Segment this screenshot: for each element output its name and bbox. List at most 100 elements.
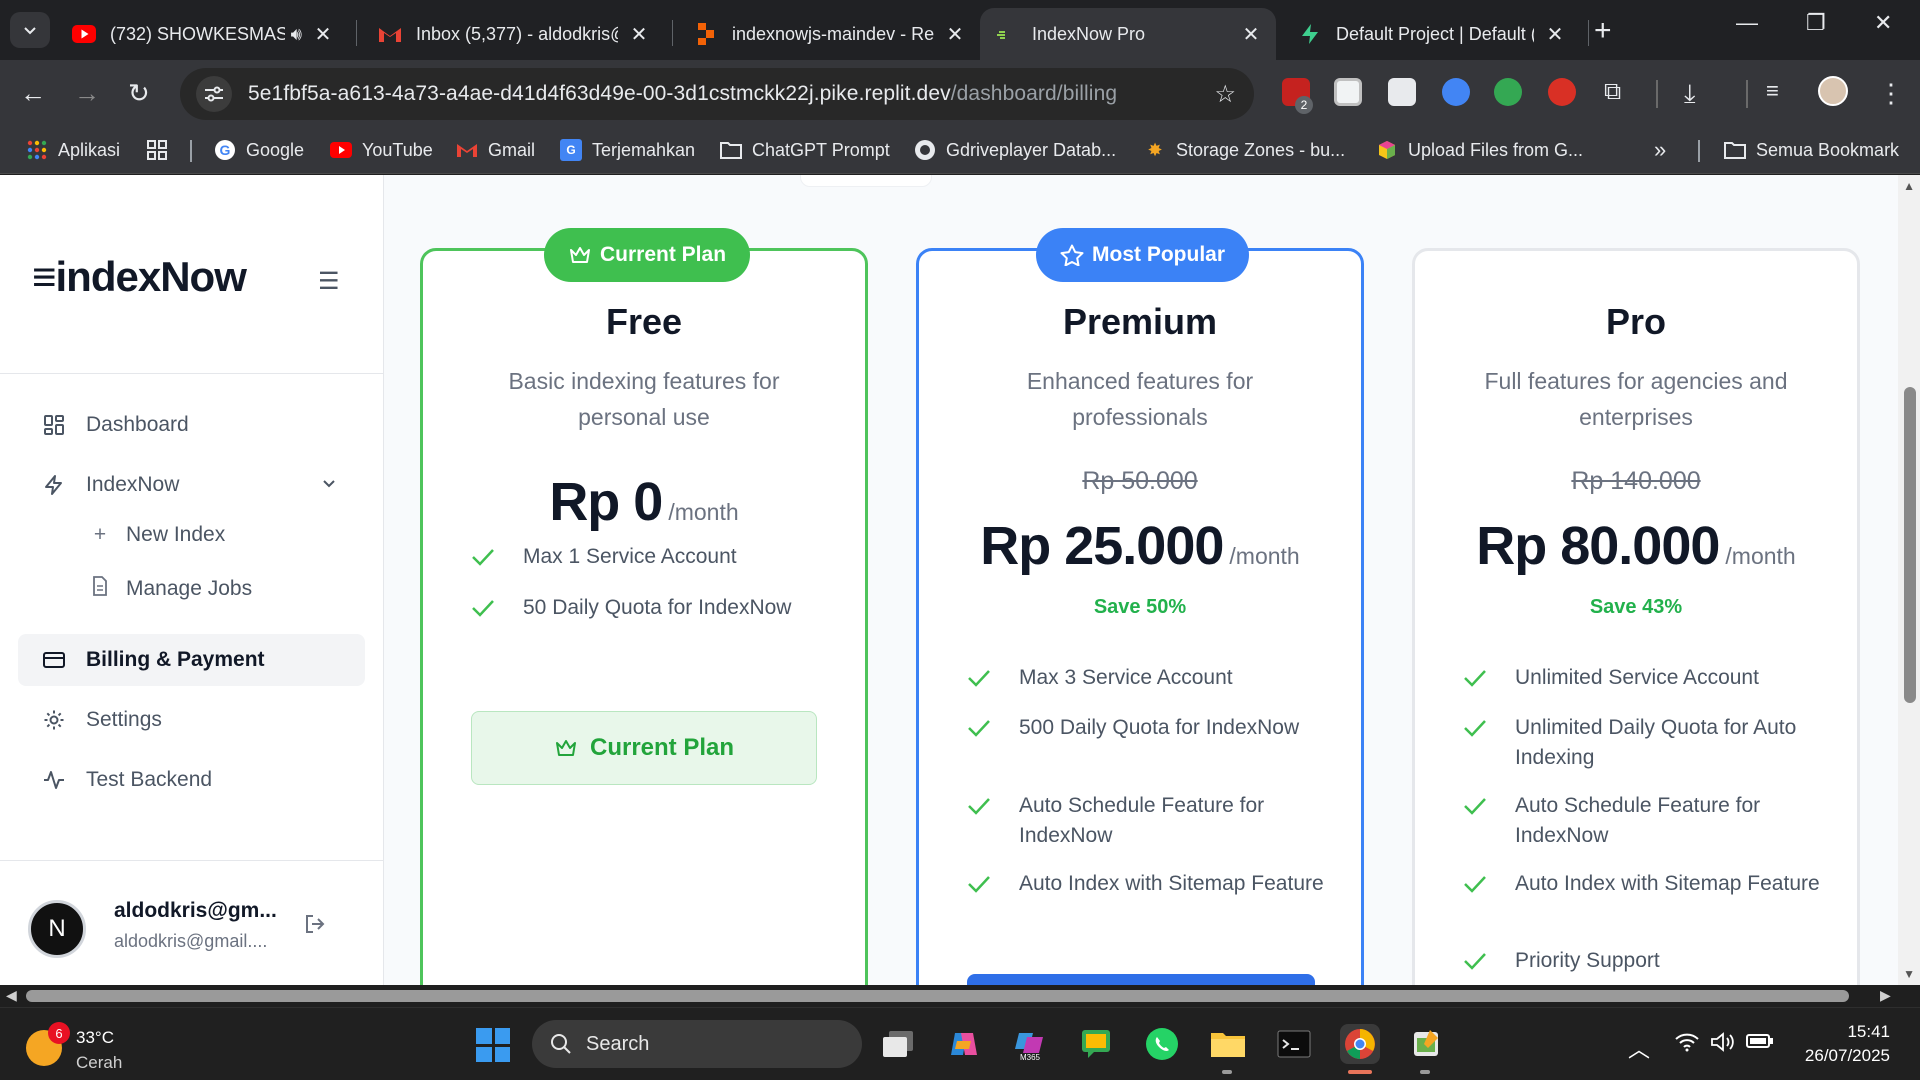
bookmark-storage-zones[interactable]: ✸ Storage Zones - bu... xyxy=(1144,128,1345,172)
check-icon xyxy=(967,663,993,693)
tab-replit[interactable]: indexnowjs-maindev - Re ✕ xyxy=(680,8,980,60)
close-tab-icon[interactable]: ✕ xyxy=(312,22,334,47)
sidebar-item-indexnow[interactable]: IndexNow xyxy=(18,459,365,511)
lightning-icon xyxy=(42,473,66,497)
profile-avatar[interactable] xyxy=(1818,76,1848,106)
vertical-scroll-thumb[interactable] xyxy=(1904,387,1916,703)
url-host: 5e1fbf5a-a613-4a73-a4ae-d41d4f63d49e-00-… xyxy=(248,82,951,105)
file-explorer-icon[interactable] xyxy=(1208,1024,1248,1064)
horizontal-scroll-thumb[interactable] xyxy=(26,990,1849,1002)
check-icon xyxy=(1463,713,1489,743)
download-icon[interactable]: ⤓ xyxy=(1684,78,1696,110)
reload-button[interactable]: ↻ xyxy=(128,78,150,109)
plan-feature: 50 Daily Quota for IndexNow xyxy=(471,593,841,623)
price-period: /month xyxy=(668,499,739,525)
current-plan-button[interactable]: Current Plan xyxy=(471,711,817,785)
chevron-down-icon xyxy=(24,27,36,35)
menu-toggle-icon[interactable]: ☰ xyxy=(318,267,340,296)
scroll-down-arrow-icon[interactable]: ▼ xyxy=(1903,967,1915,981)
tab-search-button[interactable] xyxy=(10,12,50,48)
start-button[interactable] xyxy=(476,1028,510,1062)
restore-button[interactable]: ❐ xyxy=(1806,10,1826,36)
seo-extension-icon[interactable] xyxy=(1548,78,1576,106)
sidebar-item-test-backend[interactable]: Test Backend xyxy=(18,754,365,806)
microsoft-365-icon[interactable]: M365 xyxy=(1010,1024,1050,1064)
vertical-scrollbar[interactable]: ▲ ▼ xyxy=(1898,175,1920,985)
back-button[interactable]: ← xyxy=(20,78,46,109)
whatsapp-icon[interactable] xyxy=(1142,1024,1182,1064)
task-view-icon[interactable] xyxy=(878,1024,918,1064)
feature-text: Auto Schedule Feature for IndexNow xyxy=(1515,794,1761,847)
sidebar-subitem-new-index[interactable]: + New Index xyxy=(90,515,225,555)
address-bar[interactable]: 5e1fbf5a-a613-4a73-a4ae-d41d4f63d49e-00-… xyxy=(180,68,1254,120)
bookmark-chatgpt-prompt[interactable]: ChatGPT Prompt xyxy=(720,128,890,172)
gear-icon xyxy=(42,708,66,732)
volume-icon[interactable] xyxy=(1710,1032,1736,1058)
plan-feature: Priority Support xyxy=(1463,946,1833,976)
bookmark-gmail[interactable]: Gmail xyxy=(456,128,535,172)
show-hidden-icons-chevron[interactable]: ︿ xyxy=(1628,1032,1650,1064)
user-profile[interactable]: N aldodkris@gm... aldodkris@gmail.... xyxy=(28,895,368,975)
chat-app-icon[interactable] xyxy=(1076,1024,1116,1064)
sidebar-divider xyxy=(0,860,384,861)
more-bookmarks-chevron-icon[interactable]: » xyxy=(1654,128,1666,172)
youtube-icon xyxy=(72,22,96,46)
terminal-icon[interactable] xyxy=(1274,1024,1314,1064)
speaker-icon[interactable]: 🔊︎ xyxy=(291,24,302,45)
system-clock[interactable]: 15:41 26/07/2025 xyxy=(1805,1020,1890,1068)
new-tab-button[interactable]: + xyxy=(1594,14,1612,48)
close-tab-icon[interactable]: ✕ xyxy=(1240,22,1262,47)
bookmark-translate[interactable]: G Terjemahkan xyxy=(560,128,695,172)
wifi-icon[interactable] xyxy=(1674,1032,1700,1058)
close-tab-icon[interactable]: ✕ xyxy=(628,22,650,47)
sidebar-item-billing[interactable]: Billing & Payment xyxy=(18,634,365,686)
notepad-app-icon[interactable] xyxy=(1406,1024,1446,1064)
close-window-button[interactable]: ✕ xyxy=(1874,10,1892,36)
bookmark-apps[interactable]: Aplikasi xyxy=(26,128,120,172)
copilot-icon[interactable] xyxy=(944,1024,984,1064)
taskbar-search[interactable]: Search xyxy=(532,1020,862,1068)
bookmark-upload-files[interactable]: Upload Files from G... xyxy=(1376,128,1583,172)
plan-card-free: Current Plan Free Basic indexing feature… xyxy=(420,228,868,985)
bookmark-google[interactable]: G Google xyxy=(214,128,304,172)
forward-button[interactable]: → xyxy=(74,78,100,109)
target-extension-icon[interactable] xyxy=(1442,78,1470,106)
sidebar-item-settings[interactable]: Settings xyxy=(18,694,365,746)
battery-icon[interactable] xyxy=(1746,1032,1774,1056)
plan-feature: Auto Schedule Feature for IndexNow xyxy=(967,791,1337,851)
extensions-puzzle-icon[interactable]: ⧉ xyxy=(1604,78,1621,106)
upgrade-premium-button[interactable] xyxy=(967,974,1315,985)
bookmark-star-icon[interactable]: ☆ xyxy=(1214,80,1236,109)
minimize-button[interactable]: — xyxy=(1736,10,1758,36)
logout-icon[interactable] xyxy=(304,913,326,941)
chrome-icon[interactable] xyxy=(1340,1024,1380,1064)
tab-indexnow[interactable]: IndexNow Pro ✕ xyxy=(980,8,1276,60)
billing-tab-switch[interactable] xyxy=(800,175,932,187)
all-bookmarks[interactable]: Semua Bookmark xyxy=(1724,128,1899,172)
avatar[interactable]: N xyxy=(28,900,86,958)
horizontal-scrollbar[interactable]: ◀ ▶ xyxy=(0,985,1920,1007)
bookmark-gdriveplayer[interactable]: Gdriveplayer Datab... xyxy=(914,128,1116,172)
scroll-left-arrow-icon[interactable]: ◀ xyxy=(6,987,17,1004)
tab-gmail[interactable]: Inbox (5,377) - aldodkris@ ✕ xyxy=(364,8,664,60)
plan-feature: Unlimited Service Account xyxy=(1463,663,1833,693)
clock-date: 26/07/2025 xyxy=(1804,1046,1890,1065)
chevron-down-icon[interactable] xyxy=(321,473,337,497)
notes-extension-icon[interactable] xyxy=(1334,78,1362,106)
close-tab-icon[interactable]: ✕ xyxy=(944,22,966,47)
tab-supabase[interactable]: Default Project | Default ( ✕ xyxy=(1284,8,1580,60)
bookmark-tab-groups[interactable] xyxy=(146,128,168,172)
tab-youtube[interactable]: (732) SHOWKESMAS 🔊︎ ✕ xyxy=(58,8,348,60)
sidebar-item-dashboard[interactable]: Dashboard xyxy=(18,399,365,451)
site-info-icon[interactable] xyxy=(196,76,232,112)
app-logo[interactable]: ≡indexNow xyxy=(32,253,247,301)
sidebar-subitem-manage-jobs[interactable]: Manage Jobs xyxy=(90,569,252,609)
google-drive-extension-icon[interactable] xyxy=(1494,78,1522,106)
bookmark-youtube[interactable]: YouTube xyxy=(330,128,433,172)
media-control-icon[interactable]: ≡ xyxy=(1766,78,1779,104)
scroll-up-arrow-icon[interactable]: ▲ xyxy=(1903,179,1915,193)
more-menu-icon[interactable]: ⋮ xyxy=(1878,78,1904,109)
scroll-right-arrow-icon[interactable]: ▶ xyxy=(1880,987,1891,1004)
close-tab-icon[interactable]: ✕ xyxy=(1544,22,1566,47)
qr-code-extension-icon[interactable] xyxy=(1388,78,1416,106)
